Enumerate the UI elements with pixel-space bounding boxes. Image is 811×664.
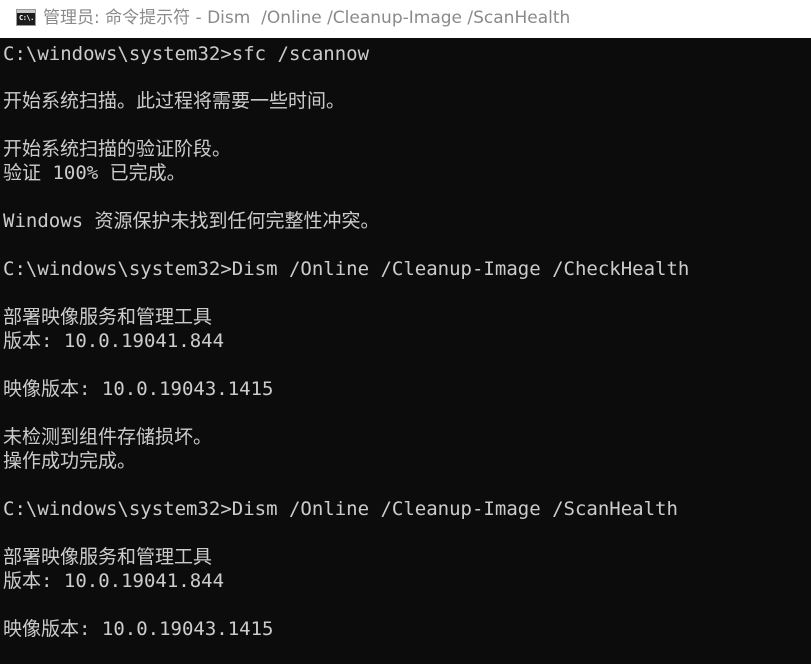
- console-line: 开始系统扫描的验证阶段。: [3, 138, 232, 160]
- console-line: C:\windows\system32>Dism /Online /Cleanu…: [3, 258, 690, 280]
- console-line: Windows 资源保护未找到任何完整性冲突。: [3, 210, 380, 232]
- console-line: C:\windows\system32>sfc /scannow: [3, 43, 370, 65]
- command-prompt-window: C:\. 管理员: 命令提示符 - Dism /Online /Cleanup-…: [0, 0, 811, 664]
- console-line: 部署映像服务和管理工具: [3, 306, 213, 328]
- console-line: 映像版本: 10.0.19043.1415: [3, 378, 274, 400]
- window-title: 管理员: 命令提示符 - Dism /Online /Cleanup-Image…: [43, 8, 571, 28]
- title-bar[interactable]: C:\. 管理员: 命令提示符 - Dism /Online /Cleanup-…: [0, 0, 811, 38]
- console-line: 映像版本: 10.0.19043.1415: [3, 618, 274, 640]
- console-output[interactable]: C:\windows\system32>sfc /scannow 开始系统扫描。…: [0, 40, 811, 664]
- console-line: 操作成功完成。: [3, 450, 137, 472]
- console-line: 验证 100% 已完成。: [3, 162, 186, 184]
- console-line: 开始系统扫描。此过程将需要一些时间。: [3, 90, 346, 112]
- console-line: 版本: 10.0.19041.844: [3, 570, 225, 592]
- console-line: C:\windows\system32>Dism /Online /Cleanu…: [3, 498, 678, 520]
- console-line: 版本: 10.0.19041.844: [3, 330, 225, 352]
- console-line: 未检测到组件存储损坏。: [3, 426, 213, 448]
- console-line: 部署映像服务和管理工具: [3, 546, 213, 568]
- cmd-icon-text: C:\.: [19, 14, 34, 22]
- cmd-icon[interactable]: C:\.: [16, 9, 36, 26]
